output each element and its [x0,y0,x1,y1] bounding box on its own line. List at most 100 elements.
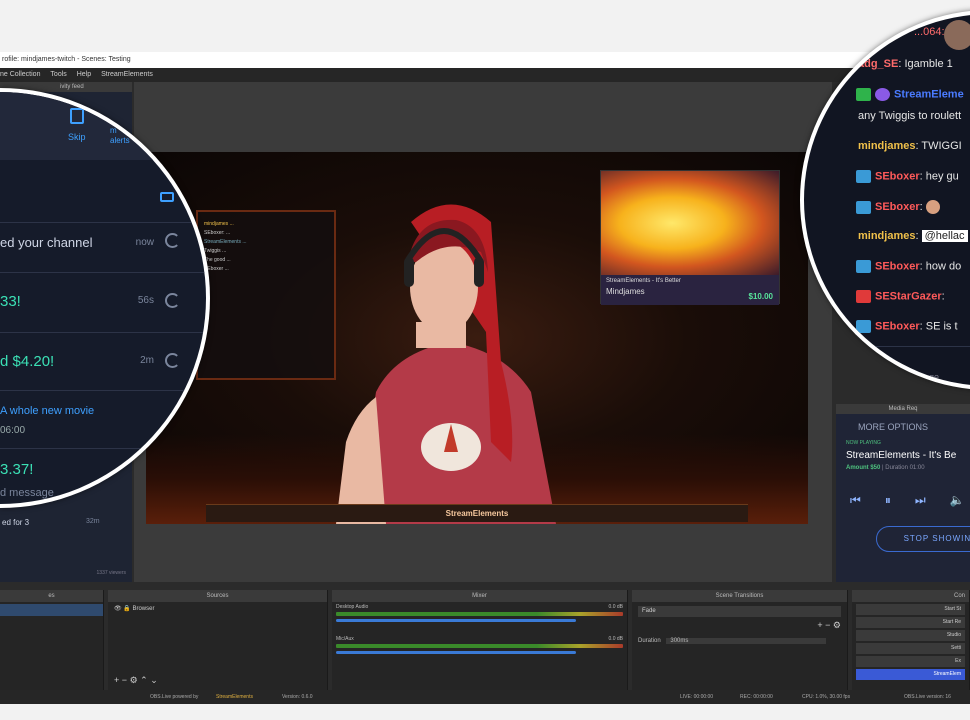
menu-tools[interactable]: Tools [50,68,66,82]
feed-row[interactable]: A whole new movie 06:00 [0,390,206,448]
feed-row[interactable]: 33! 56s [0,272,206,332]
controls-title: Con [852,590,969,602]
mic-label: Mic/Aux [336,636,354,642]
add-transition-icon[interactable]: + [817,620,822,630]
skip-back-icon[interactable]: ⏮ [850,493,861,508]
now-playing-meta: Amount $50 | Duration 01:00 [846,465,925,471]
source-item[interactable]: 👁 🔒 Browser [108,602,327,615]
desktop-audio-slider[interactable] [336,619,576,622]
start-streaming-button[interactable]: Start St [856,604,965,615]
mute-label[interactable]: m alerts [110,126,130,146]
replay-icon[interactable] [165,233,180,248]
sources-panel: Sources 👁 🔒 Browser + − ⚙ ⌃ ⌄ [108,590,328,690]
up-icon[interactable]: ⌃ [140,675,148,685]
down-icon[interactable]: ⌄ [150,675,158,685]
feed-row-text: d $4.20! [0,353,55,370]
media-artwork [601,171,779,275]
cpu-usage: CPU: 1.0%, 30.00 fps [802,694,851,700]
duration: Duration 01:00 [885,465,925,471]
chat-username: SEboxer [875,260,920,273]
menu-scene-collection[interactable]: ne Collection [0,68,40,82]
youtube-badge-icon [856,290,871,303]
eye-icon[interactable]: 👁 [114,606,122,612]
transitions-panel: Scene Transitions Fade + − ⚙ Duration 30… [632,590,848,690]
chat-username: mindjames [858,230,916,242]
skip-label[interactable]: Skip [68,132,86,142]
chat-message: ...064: [914,26,945,38]
remove-icon[interactable]: − [122,675,127,685]
scenes-title: es [0,590,103,602]
activity-viewers: 1337 viewers [96,570,126,576]
skip-forward-icon[interactable]: ⏭ [915,493,926,508]
studio-mode-button[interactable]: Studio [856,630,965,641]
menu-bar: ne Collection Tools Help StreamElements [0,68,970,82]
duration-input[interactable]: 300ms [666,638,827,644]
media-price: $10.00 [748,292,773,301]
remove-transition-icon[interactable]: − [825,620,830,630]
desktop-audio-db: 0.0 dB [608,604,623,610]
chat-username: SEStarGazer [875,290,942,303]
more-options-button[interactable]: MORE OPTIONS [836,414,970,436]
stop-showing-button[interactable]: STOP SHOWING [876,526,970,552]
feed-row[interactable]: 3.37! d message [0,448,206,504]
media-title: StreamElements - It's Better [606,278,681,284]
crown-badge-icon [856,260,871,273]
moderator-badge-icon [856,88,871,101]
streamelements-button[interactable]: StreamElem [856,669,965,680]
chat-settings-icon[interactable]: ⚙ [858,372,868,385]
skip-icon[interactable] [70,108,84,124]
chat-input-placeholder: age [924,372,940,382]
chat-message-text: : TWIGGI [915,140,962,152]
emote-icon [925,200,940,214]
streamer-figure [336,204,556,524]
overlay-brand: StreamElements [445,509,509,518]
chat-list-icon[interactable]: ☰ [878,372,888,385]
start-recording-button[interactable]: Start Re [856,617,965,628]
add-icon[interactable]: + [114,675,119,685]
feed-row-time: now [135,237,154,248]
feed-row[interactable]: d $4.20! 2m [0,332,206,390]
pause-icon[interactable]: ⏸ [885,493,891,508]
chat-message-text: : Igamble 1 [898,58,953,70]
chat-input[interactable] [852,346,970,368]
menu-streamelements[interactable]: StreamElements [101,68,153,82]
chat-username: adg_SE [858,58,899,70]
replay-icon[interactable] [165,353,180,368]
replay-icon[interactable] [165,293,180,308]
chat-message: any Twiggis to roulett [858,110,961,122]
chat-message-text: any Twiggis to roulett [858,110,962,122]
transition-toolbar: + − ⚙ [817,620,841,631]
scene-selected[interactable] [0,604,103,616]
chat-mention: @hellac [921,230,968,242]
volume-icon[interactable]: 🔈 [950,493,965,508]
mute-label-line1: m [110,126,117,135]
feed-row-text: A whole new movie [0,405,95,417]
chat-username: SEboxer [875,200,920,213]
mute-icon[interactable] [108,108,120,120]
feed-row[interactable]: ed your channel now [0,222,206,272]
settings-icon[interactable] [160,192,174,202]
transition-select[interactable]: Fade [638,606,841,617]
live-time: LIVE: 00:00:00 [680,694,714,700]
stream-preview[interactable]: mindjames ... SEboxer: ... StreamElement… [146,152,808,524]
now-playing-title: StreamElements - It's Be [846,450,957,461]
menu-help[interactable]: Help [77,68,91,82]
settings-button[interactable]: Setti [856,643,965,654]
chat-username: mindjames [858,140,916,152]
chat-message: SEStarGazer: [856,290,945,303]
chat-message: StreamEleme [856,88,964,101]
transition-gear-icon[interactable]: ⚙ [833,620,841,630]
gear-icon[interactable]: ⚙ [130,675,138,685]
chat-message-text: : [941,290,945,303]
feed-row-outside[interactable]: ed for 3 32m [0,510,130,534]
window-title: rofile: mindjames-twitch - Scenes: Testi… [0,52,970,68]
exit-button[interactable]: Ex [856,656,965,667]
desktop-audio-meter [336,612,623,616]
now-playing-label: NOW PLAYING [846,440,881,446]
mic-slider[interactable] [336,651,576,654]
scenes-panel: es [0,590,104,690]
crown-badge-icon [856,170,871,183]
feed-row-time: 2m [140,355,154,366]
chat-message: SEboxer: SE is t [856,320,958,333]
lock-icon[interactable]: 🔒 [123,606,130,612]
